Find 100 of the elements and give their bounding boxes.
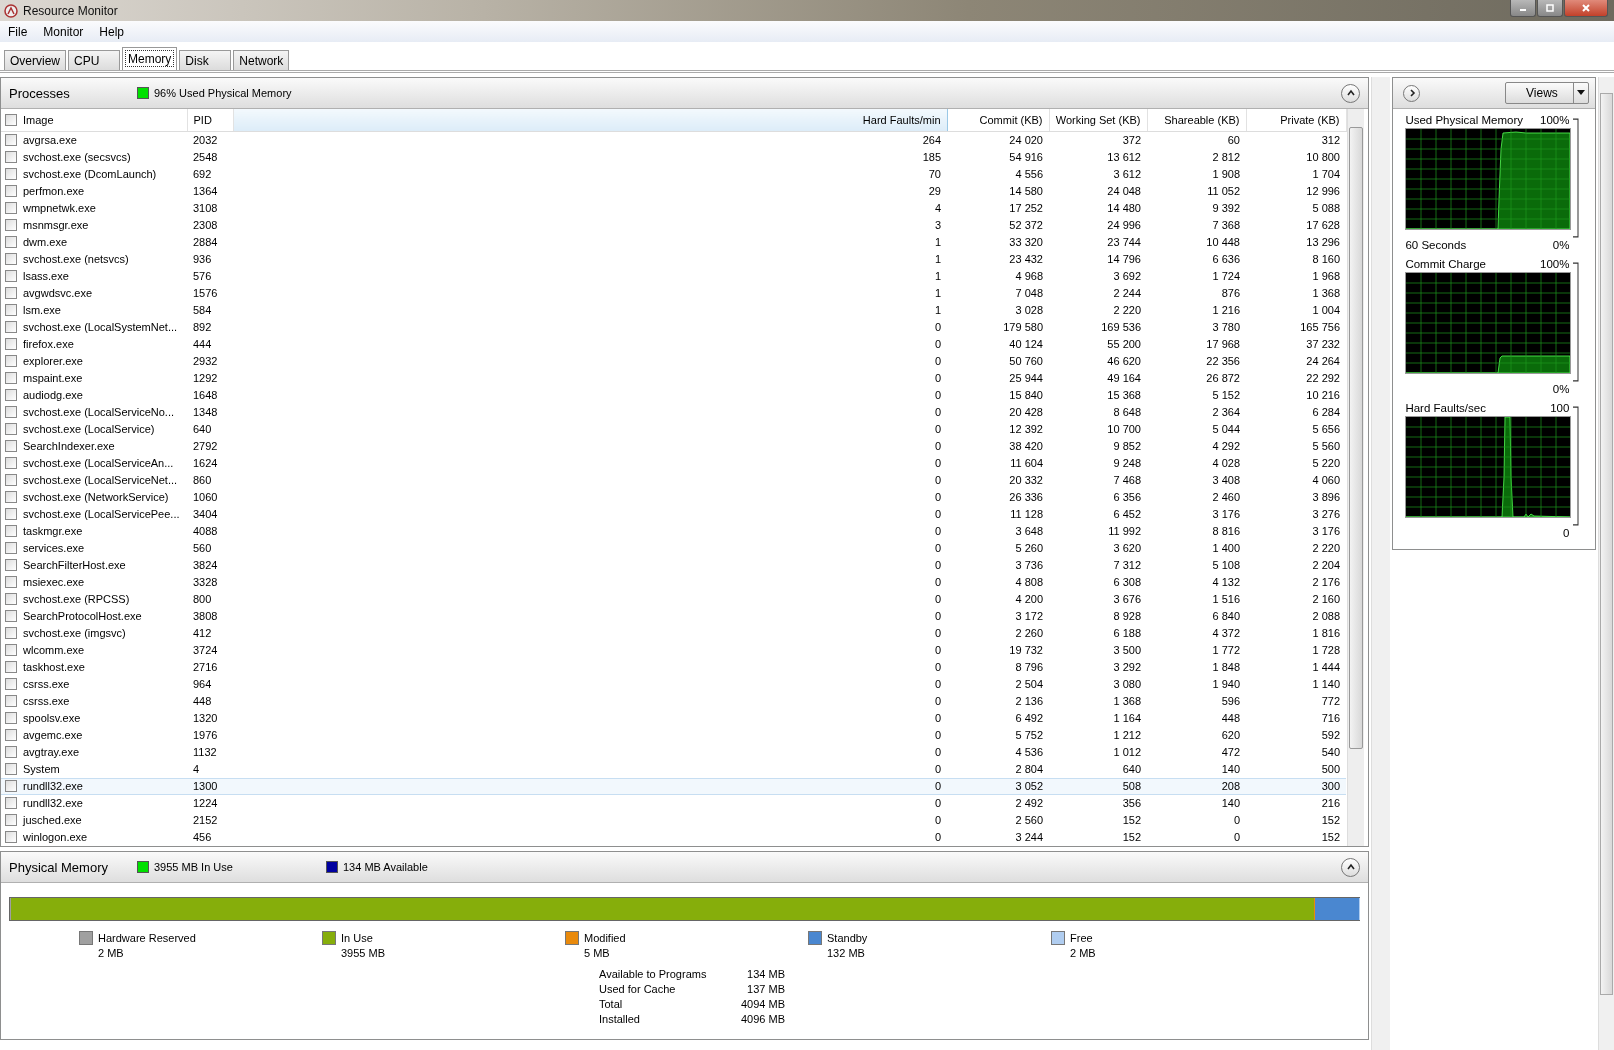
row-checkbox[interactable] — [5, 321, 17, 333]
row-checkbox[interactable] — [5, 270, 17, 282]
row-checkbox[interactable] — [5, 406, 17, 418]
row-checkbox[interactable] — [5, 508, 17, 520]
row-checkbox[interactable] — [5, 236, 17, 248]
tab[interactable]: Disk — [179, 50, 232, 70]
process-row[interactable]: msiexec.exe 3328 0 4 808 6 308 4 132 2 176 — [1, 574, 1346, 591]
process-row[interactable]: spoolsv.exe 1320 0 6 492 1 164 448 716 — [1, 710, 1346, 727]
row-checkbox[interactable] — [5, 678, 17, 690]
process-row[interactable]: svchost.exe (LocalService) 640 0 12 392 10 700 5 044 5 656 — [1, 421, 1346, 438]
process-row[interactable]: lsass.exe 576 1 4 968 3 692 1 724 1 968 — [1, 268, 1346, 285]
process-row[interactable]: svchost.exe (LocalSystemNet... 892 0 179 580 169 536 3 780 165 756 — [1, 319, 1346, 336]
tab[interactable]: Network — [233, 50, 290, 70]
process-row[interactable]: svchost.exe (RPCSS) 800 0 4 200 3 676 1 516 2 160 — [1, 591, 1346, 608]
row-checkbox[interactable] — [5, 457, 17, 469]
process-row[interactable]: System 4 0 2 804 640 140 500 — [1, 761, 1346, 779]
row-checkbox[interactable] — [5, 525, 17, 537]
row-checkbox[interactable] — [5, 355, 17, 367]
process-row[interactable]: avgemc.exe 1976 0 5 752 1 212 620 592 — [1, 727, 1346, 744]
process-row[interactable]: csrss.exe 448 0 2 136 1 368 596 772 — [1, 693, 1346, 710]
row-checkbox[interactable] — [5, 746, 17, 758]
process-row[interactable]: svchost.exe (LocalServiceAn... 1624 0 11 604 9 248 4 028 5 220 — [1, 455, 1346, 472]
process-row[interactable]: msnmsgr.exe 2308 3 52 372 24 996 7 368 17 628 — [1, 217, 1346, 234]
row-checkbox[interactable] — [5, 338, 17, 350]
process-row[interactable]: jusched.exe 2152 0 2 560 152 0 152 — [1, 812, 1346, 829]
process-row[interactable]: avgrsa.exe 2032 264 24 020 372 60 312 — [1, 131, 1346, 149]
expand-button[interactable] — [1403, 84, 1421, 102]
process-row[interactable]: svchost.exe (secsvcs) 2548 185 54 916 13 612 2 812 10 800 — [1, 149, 1346, 166]
row-checkbox[interactable] — [5, 542, 17, 554]
process-row[interactable]: perfmon.exe 1364 29 14 580 24 048 11 052 12 996 — [1, 183, 1346, 200]
process-row[interactable]: svchost.exe (imgsvc) 412 0 2 260 6 188 4 372 1 816 — [1, 625, 1346, 642]
row-checkbox[interactable] — [5, 474, 17, 486]
row-checkbox[interactable] — [5, 814, 17, 826]
row-checkbox[interactable] — [5, 304, 17, 316]
row-checkbox[interactable] — [5, 712, 17, 724]
process-row[interactable]: rundll32.exe 1224 0 2 492 356 140 216 — [1, 794, 1346, 812]
row-checkbox[interactable] — [5, 134, 17, 146]
maximize-button[interactable] — [1537, 0, 1563, 17]
row-checkbox[interactable] — [5, 440, 17, 452]
scrollbar[interactable] — [1371, 77, 1391, 1050]
process-row[interactable]: mspaint.exe 1292 0 25 944 49 164 26 872 22 292 — [1, 370, 1346, 387]
row-checkbox[interactable] — [5, 423, 17, 435]
process-row[interactable]: svchost.exe (LocalServiceNet... 860 0 20 332 7 468 3 408 4 060 — [1, 472, 1346, 489]
process-row[interactable]: svchost.exe (DcomLaunch) 692 70 4 556 3 612 1 908 1 704 — [1, 166, 1346, 183]
scrollbar[interactable] — [1346, 109, 1364, 846]
row-checkbox[interactable] — [5, 797, 17, 809]
row-checkbox[interactable] — [5, 253, 17, 265]
row-checkbox[interactable] — [5, 780, 17, 792]
row-checkbox[interactable] — [5, 661, 17, 673]
process-row[interactable]: svchost.exe (netsvcs) 936 1 23 432 14 796 6 636 8 160 — [1, 251, 1346, 268]
menu-item[interactable]: Help — [99, 24, 125, 39]
process-row[interactable]: firefox.exe 444 0 40 124 55 200 17 968 37 232 — [1, 336, 1346, 353]
row-checkbox[interactable] — [5, 168, 17, 180]
process-row[interactable]: avgtray.exe 1132 0 4 536 1 012 472 540 — [1, 744, 1346, 761]
column-header[interactable]: Commit (KB) — [947, 109, 1049, 132]
collapse-button[interactable] — [1341, 83, 1361, 103]
column-header[interactable]: Image — [1, 109, 187, 132]
row-checkbox[interactable] — [5, 559, 17, 571]
menu-item[interactable]: File — [8, 24, 28, 39]
row-checkbox[interactable] — [5, 185, 17, 197]
process-row[interactable]: dwm.exe 2884 1 33 320 23 744 10 448 13 296 — [1, 234, 1346, 251]
process-row[interactable]: wlcomm.exe 3724 0 19 732 3 500 1 772 1 728 — [1, 642, 1346, 659]
tab[interactable]: Memory — [122, 47, 178, 70]
row-checkbox[interactable] — [5, 610, 17, 622]
select-all-checkbox[interactable] — [5, 114, 17, 126]
process-row[interactable]: csrss.exe 964 0 2 504 3 080 1 940 1 140 — [1, 676, 1346, 693]
views-button[interactable]: Views — [1505, 82, 1590, 104]
process-row[interactable]: explorer.exe 2932 0 50 760 46 620 22 356 24 264 — [1, 353, 1346, 370]
row-checkbox[interactable] — [5, 219, 17, 231]
collapse-button[interactable] — [1341, 857, 1361, 877]
row-checkbox[interactable] — [5, 729, 17, 741]
column-header[interactable]: Private (KB) — [1246, 109, 1346, 132]
scrollbar[interactable] — [1598, 77, 1614, 1050]
row-checkbox[interactable] — [5, 695, 17, 707]
row-checkbox[interactable] — [5, 627, 17, 639]
process-row[interactable]: SearchProtocolHost.exe 3808 0 3 172 8 928 6 840 2 088 — [1, 608, 1346, 625]
tab[interactable]: CPU — [68, 50, 120, 70]
process-row[interactable]: audiodg.exe 1648 0 15 840 15 368 5 152 10 216 — [1, 387, 1346, 404]
column-header[interactable]: PID — [187, 109, 233, 132]
row-checkbox[interactable] — [5, 372, 17, 384]
row-checkbox[interactable] — [5, 831, 17, 843]
row-checkbox[interactable] — [5, 644, 17, 656]
process-row[interactable]: svchost.exe (LocalServicePee... 3404 0 11 128 6 452 3 176 3 276 — [1, 506, 1346, 523]
tab[interactable]: Overview — [4, 50, 66, 70]
column-header[interactable]: Working Set (KB) — [1049, 109, 1147, 132]
menu-item[interactable]: Monitor — [43, 24, 84, 39]
row-checkbox[interactable] — [5, 491, 17, 503]
process-row[interactable]: svchost.exe (NetworkService) 1060 0 26 336 6 356 2 460 3 896 — [1, 489, 1346, 506]
process-row[interactable]: wmpnetwk.exe 3108 4 17 252 14 480 9 392 5 088 — [1, 200, 1346, 217]
process-row[interactable]: SearchFilterHost.exe 3824 0 3 736 7 312 5 108 2 204 — [1, 557, 1346, 574]
close-button[interactable] — [1564, 0, 1608, 17]
process-row[interactable]: avgwdsvc.exe 1576 1 7 048 2 244 876 1 368 — [1, 285, 1346, 302]
row-checkbox[interactable] — [5, 593, 17, 605]
process-row[interactable]: winlogon.exe 456 0 3 244 152 0 152 — [1, 829, 1346, 846]
process-row[interactable]: SearchIndexer.exe 2792 0 38 420 9 852 4 292 5 560 — [1, 438, 1346, 455]
column-header[interactable]: Hard Faults/min — [233, 109, 947, 132]
row-checkbox[interactable] — [5, 576, 17, 588]
row-checkbox[interactable] — [5, 763, 17, 775]
process-row[interactable]: svchost.exe (LocalServiceNo... 1348 0 20 428 8 648 2 364 6 284 — [1, 404, 1346, 421]
process-row[interactable]: rundll32.exe 1300 0 3 052 508 208 300 — [1, 778, 1346, 795]
